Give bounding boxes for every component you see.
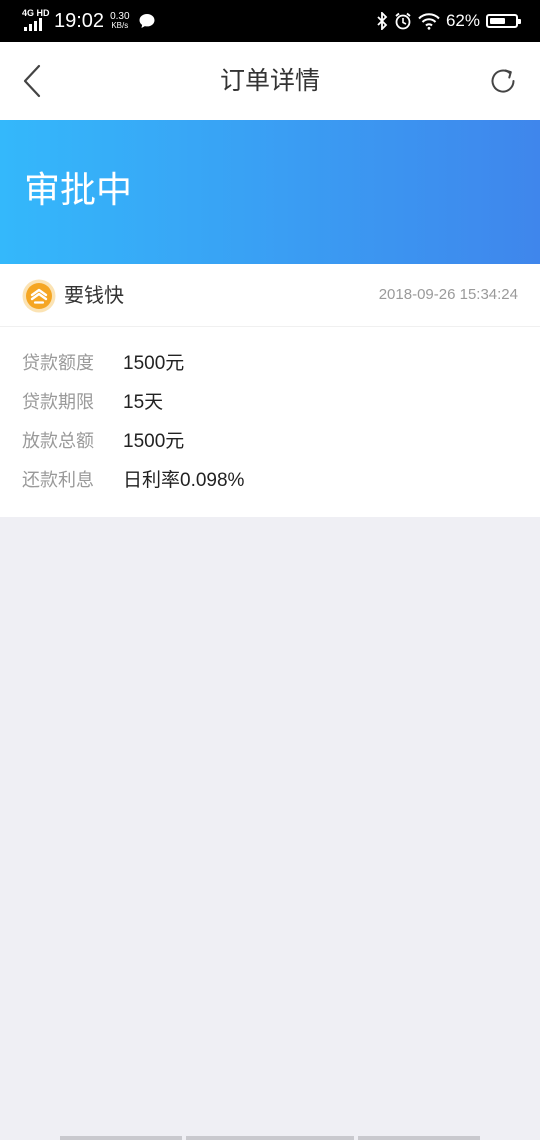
status-banner: 审批中 [0,120,540,264]
detail-value: 1500元 [123,431,185,452]
detail-row-interest: 还款利息 日利率0.098% [22,459,244,498]
speed-unit: KB/s [111,21,129,30]
detail-label: 贷款额度 [22,352,94,374]
gesture-bar-segment [358,1136,480,1140]
battery-icon [486,14,521,28]
status-bar-left: 4G HD 19:02 0.30 KB/s [22,0,156,42]
status-bar: 4G HD 19:02 0.30 KB/s 62% [0,0,540,42]
status-time: 19:02 [54,9,105,32]
gesture-bar-segment [186,1136,354,1140]
network-label: 4G HD [22,8,50,18]
speed-value: 0.30 [110,11,130,22]
detail-value: 日利率0.098% [123,470,245,491]
detail-row-disbursement-total: 放款总额 1500元 [22,420,244,459]
order-header: 要钱快 2018-09-26 15:34:24 [0,264,540,327]
product-name: 要钱快 [64,283,124,307]
product-logo-icon [22,279,56,313]
signal-icon: 4G HD [22,9,50,33]
detail-label: 贷款期限 [22,391,94,413]
battery-percent: 62% [445,11,480,30]
gesture-bar [0,1136,540,1140]
detail-value: 15天 [123,392,164,413]
refresh-button[interactable] [486,64,520,98]
gesture-bar-segment [60,1136,182,1140]
detail-row-loan-term: 贷款期限 15天 [22,381,244,420]
bluetooth-icon [377,12,388,30]
network-speed: 0.30 KB/s [110,11,130,31]
order-card: 要钱快 2018-09-26 15:34:24 贷款额度 1500元 贷款期限 … [0,264,540,517]
wifi-icon [418,13,440,30]
detail-value: 1500元 [123,353,185,374]
detail-row-loan-amount: 贷款额度 1500元 [22,342,244,381]
status-bar-right: 62% [376,0,521,42]
order-time: 2018-09-26 15:34:24 [378,286,518,303]
order-status: 审批中 [24,170,133,211]
nav-bar: 订单详情 [0,42,540,120]
detail-label: 放款总额 [22,430,94,452]
battery-fill [490,18,505,24]
alarm-icon [395,12,411,30]
detail-label: 还款利息 [22,469,94,491]
page-title: 订单详情 [219,66,320,95]
order-details: 贷款额度 1500元 贷款期限 15天 放款总额 1500元 还款利息 日利率0… [22,342,244,498]
refresh-icon [491,69,515,93]
message-icon [139,14,155,28]
